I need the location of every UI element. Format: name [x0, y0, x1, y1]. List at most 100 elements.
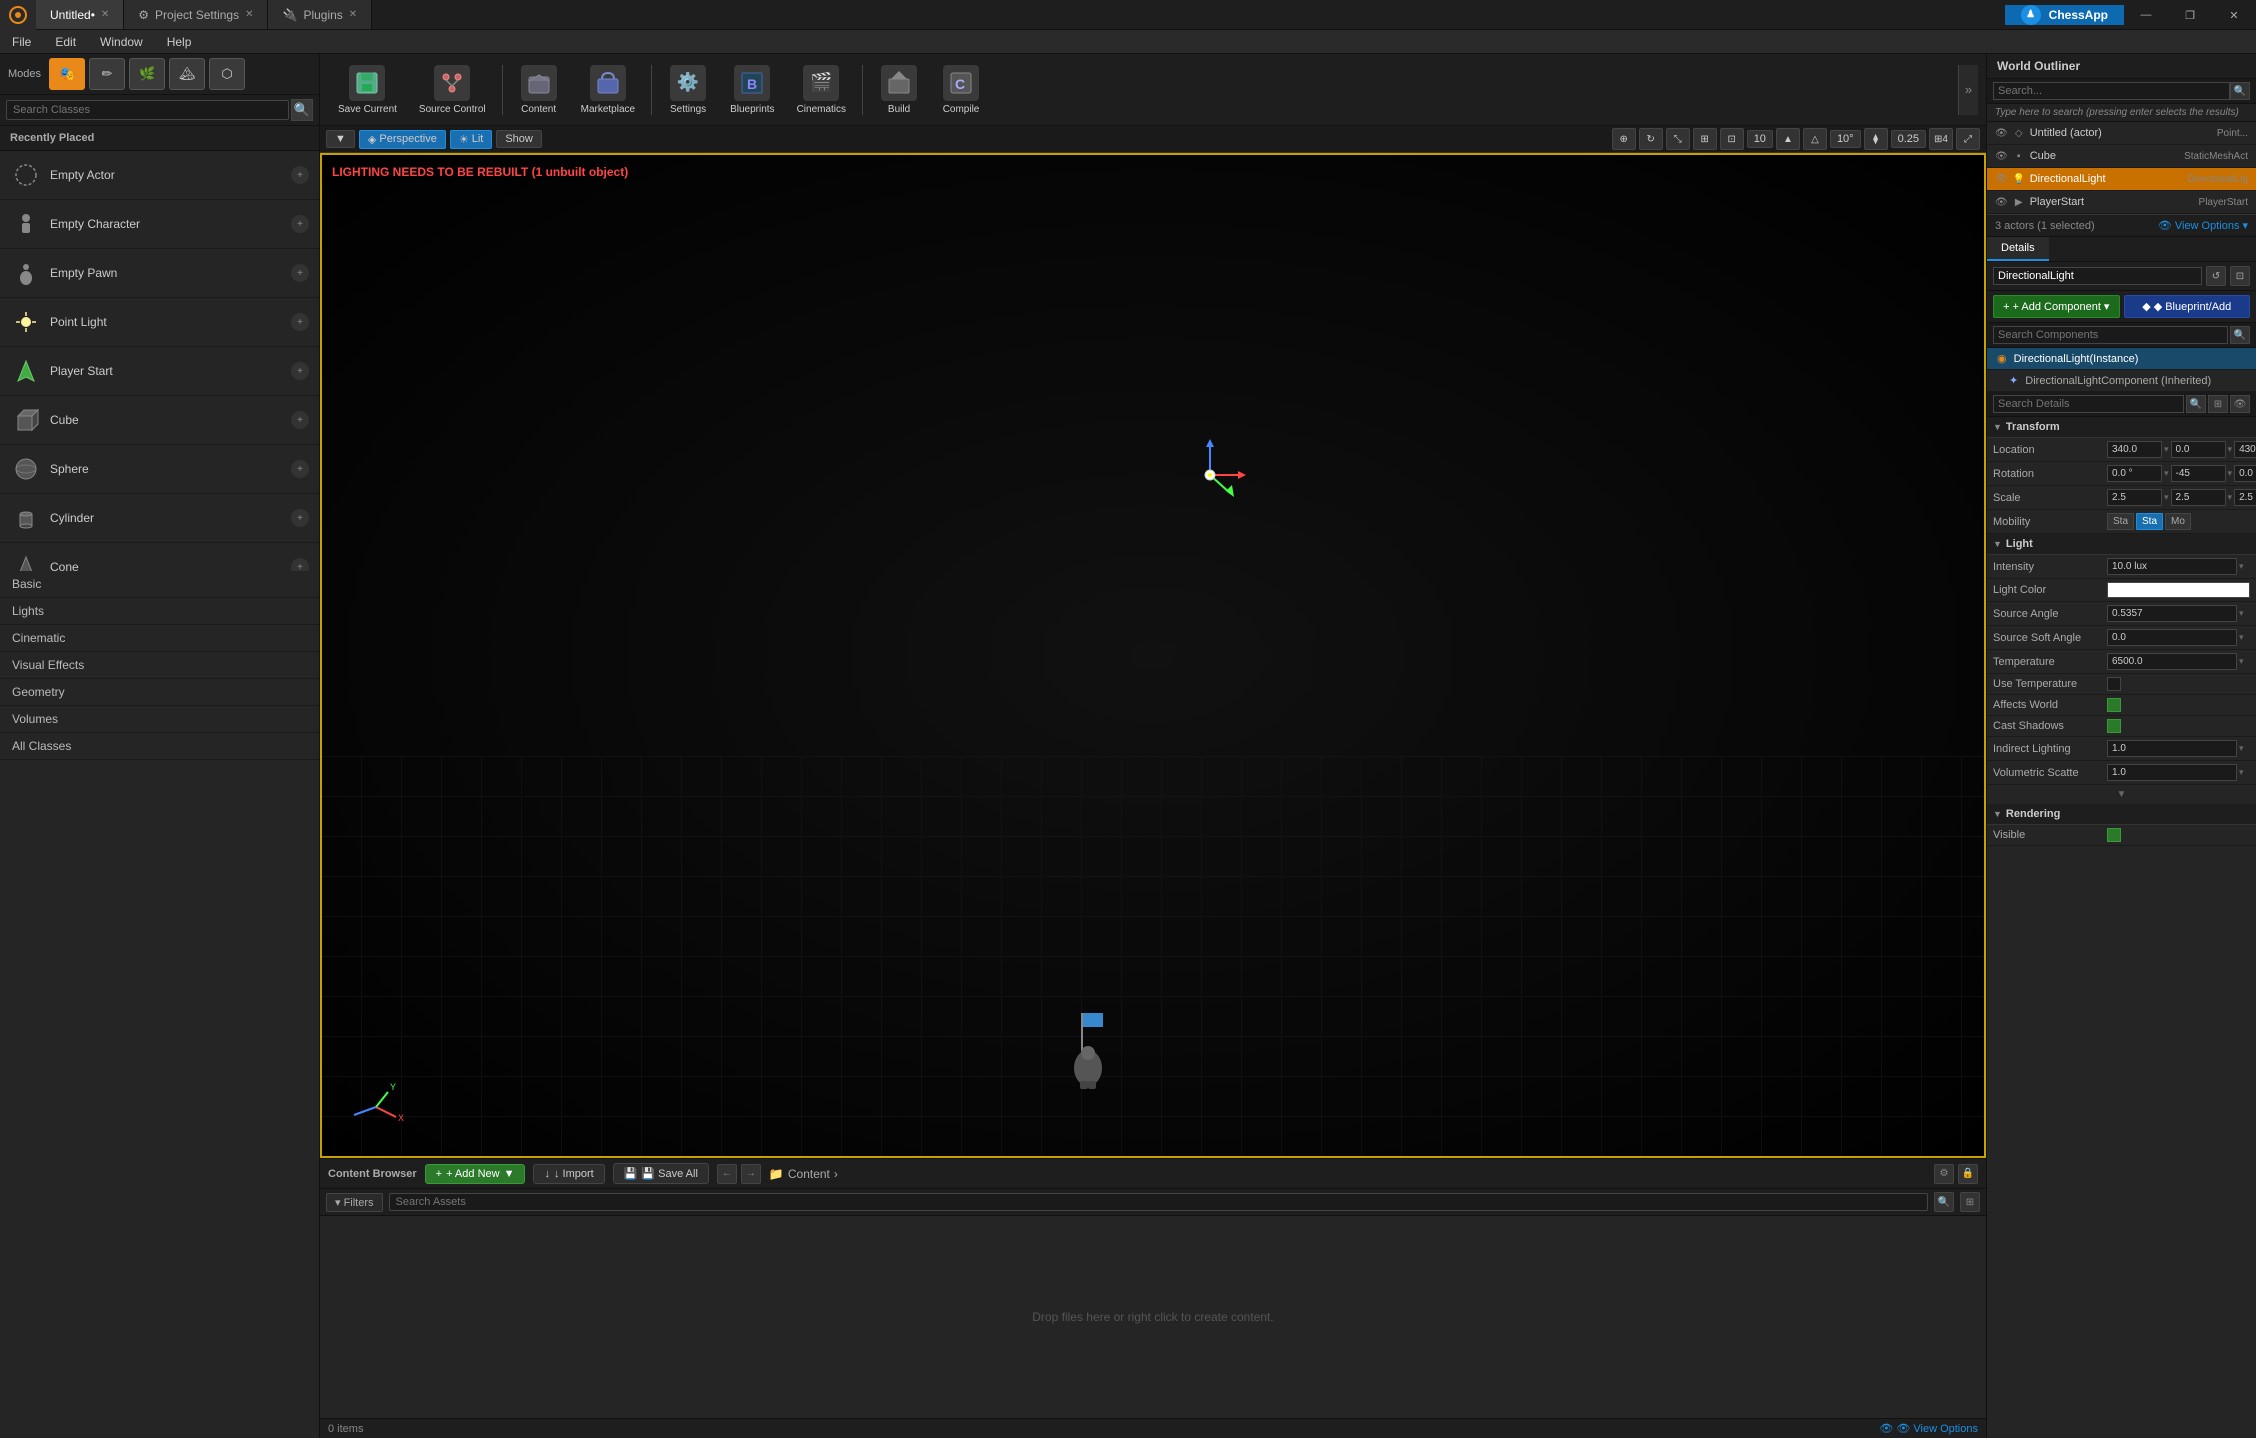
maximize-viewport[interactable]: ⤢ [1956, 128, 1980, 150]
camera-speed[interactable]: ⧫ [1864, 128, 1888, 150]
transform-gizmo[interactable] [1170, 435, 1250, 518]
viewport[interactable]: LIGHTING NEEDS TO BE REBUILT (1 unbuilt … [320, 153, 1986, 1158]
lit-button[interactable]: ☀ Lit [450, 130, 493, 149]
list-item-cube[interactable]: Cube + [0, 396, 319, 445]
indirect-arrow[interactable]: ▾ [2239, 743, 2244, 754]
component-item-inherited[interactable]: ✦ DirectionalLightComponent (Inherited) [1987, 370, 2256, 392]
details-table-view[interactable]: ⊞ [2208, 395, 2228, 413]
use-temperature-checkbox[interactable] [2107, 677, 2121, 691]
scale-y-input[interactable] [2171, 489, 2226, 506]
surface-snapping[interactable]: ⊡ [1720, 128, 1744, 150]
component-item-instance[interactable]: ◉ DirectionalLight(Instance) [1987, 348, 2256, 370]
cb-settings-button[interactable]: ⚙ [1934, 1164, 1954, 1184]
mode-select-button[interactable]: 🎭 [49, 58, 85, 90]
temperature-input[interactable] [2107, 653, 2237, 670]
outliner-search-input[interactable] [1993, 82, 2230, 100]
visible-checkbox[interactable] [2107, 828, 2121, 842]
tab-plugins[interactable]: 🔌 Plugins ✕ [268, 0, 372, 29]
cb-view-toggle[interactable]: ⊞ [1960, 1192, 1980, 1212]
menu-edit[interactable]: Edit [43, 30, 88, 53]
reset-icon[interactable]: ↺ [2206, 266, 2226, 286]
eye-icon-dl[interactable]: 👁 [1995, 174, 2008, 185]
point-light-add[interactable]: + [291, 313, 309, 331]
actor-name-input[interactable] [1993, 267, 2202, 285]
location-y-input[interactable] [2171, 441, 2226, 458]
temperature-arrow[interactable]: ▾ [2239, 656, 2244, 667]
vol-scatter-arrow[interactable]: ▾ [2239, 767, 2244, 778]
source-control-button[interactable]: Source Control [409, 61, 496, 119]
world-local-toggle[interactable]: ⊞ [1693, 128, 1717, 150]
list-item-cylinder[interactable]: Cylinder + [0, 494, 319, 543]
eye-icon-ps[interactable]: 👁 [1995, 197, 2008, 208]
details-tab[interactable]: Details [1987, 237, 2049, 261]
eye-icon-untitled[interactable]: 👁 [1995, 128, 2008, 139]
cube-add[interactable]: + [291, 411, 309, 429]
tab-project-settings[interactable]: ⚙ Project Settings ✕ [124, 0, 268, 29]
cb-lock-button[interactable]: 🔒 [1958, 1164, 1978, 1184]
mobility-stationary[interactable]: Sta [2136, 513, 2163, 530]
loc-y-arrow[interactable]: ▾ [2228, 444, 2233, 455]
content-button[interactable]: Content [509, 61, 569, 119]
category-volumes[interactable]: Volumes [0, 706, 319, 733]
tab-ps-close[interactable]: ✕ [245, 9, 253, 20]
outliner-item-player-start[interactable]: 👁 ▶ PlayerStart PlayerStart [1987, 191, 2256, 214]
list-item-empty-character[interactable]: Empty Character + [0, 200, 319, 249]
location-x-input[interactable] [2107, 441, 2162, 458]
tab-untitled[interactable]: Untitled• ✕ [36, 0, 124, 29]
grid-size-dropdown[interactable]: ▲ [1776, 128, 1800, 150]
outliner-search-button[interactable]: 🔍 [2230, 82, 2250, 100]
cast-shadows-checkbox[interactable] [2107, 719, 2121, 733]
build-button[interactable]: Build [869, 61, 929, 119]
layer-count[interactable]: ⊞ 4 [1929, 128, 1953, 150]
mode-landscape-button[interactable]: 🏔 [169, 58, 205, 90]
details-filter-toggle[interactable]: 👁 [2230, 395, 2250, 413]
rotation-y-input[interactable] [2171, 465, 2226, 482]
mode-mesh-button[interactable]: ⬡ [209, 58, 245, 90]
source-angle-input[interactable] [2107, 605, 2237, 622]
location-z-input[interactable] [2234, 441, 2256, 458]
outliner-item-untitled[interactable]: 👁 ◇ Untitled (actor) Point... [1987, 122, 2256, 145]
light-color-swatch[interactable] [2107, 582, 2250, 598]
outliner-view-options[interactable]: 👁 View Options ▾ [2158, 219, 2248, 232]
scale-value[interactable]: 0.25 [1891, 130, 1926, 148]
compile-button[interactable]: C Compile [931, 61, 991, 119]
import-button[interactable]: ↓ ↓ Import [533, 1164, 604, 1184]
tab-close-icon[interactable]: ✕ [101, 9, 109, 20]
settings-button[interactable]: ⚙️ Settings [658, 61, 718, 119]
empty-actor-add[interactable]: + [291, 166, 309, 184]
list-item-sphere[interactable]: Sphere + [0, 445, 319, 494]
source-angle-arrow[interactable]: ▾ [2239, 608, 2244, 619]
view-options-button[interactable]: 👁 👁 View Options [1879, 1422, 1978, 1435]
category-visual-effects[interactable]: Visual Effects [0, 652, 319, 679]
add-new-button[interactable]: + + Add New ▼ [425, 1164, 526, 1184]
category-all-classes[interactable]: All Classes [0, 733, 319, 760]
light-section-header[interactable]: ▼ Light [1987, 534, 2256, 555]
browse-icon[interactable]: ⊡ [2230, 266, 2250, 286]
search-classes-input[interactable] [6, 100, 289, 120]
save-current-button[interactable]: Save Current [328, 61, 407, 119]
rotation-snap-value[interactable]: 10° [1830, 130, 1861, 148]
details-search-input[interactable] [1993, 395, 2184, 413]
indirect-lighting-input[interactable] [2107, 740, 2237, 757]
search-classes-button[interactable]: 🔍 [291, 99, 313, 121]
intensity-arrow[interactable]: ▾ [2239, 561, 2244, 572]
list-item-cone[interactable]: Cone + [0, 543, 319, 571]
component-search-input[interactable] [1993, 326, 2228, 344]
loc-x-arrow[interactable]: ▾ [2164, 444, 2169, 455]
menu-help[interactable]: Help [155, 30, 204, 53]
blueprints-button[interactable]: B Blueprints [720, 61, 784, 119]
mode-foliage-button[interactable]: 🌿 [129, 58, 165, 90]
empty-character-add[interactable]: + [291, 215, 309, 233]
filter-options-button[interactable]: ▾ Filters [326, 1193, 383, 1212]
volumetric-scatter-input[interactable] [2107, 764, 2237, 781]
category-lights[interactable]: Lights [0, 598, 319, 625]
rot-x-arrow[interactable]: ▾ [2164, 468, 2169, 479]
cylinder-add[interactable]: + [291, 509, 309, 527]
list-item-point-light[interactable]: Point Light + [0, 298, 319, 347]
add-component-button[interactable]: + + Add Component ▾ [1993, 295, 2120, 318]
mobility-movable[interactable]: Mo [2165, 513, 2191, 530]
translate-tool[interactable]: ⊕ [1612, 128, 1636, 150]
source-soft-angle-input[interactable] [2107, 629, 2237, 646]
tab-plugins-close[interactable]: ✕ [349, 9, 357, 20]
eye-icon-cube[interactable]: 👁 [1995, 151, 2008, 162]
